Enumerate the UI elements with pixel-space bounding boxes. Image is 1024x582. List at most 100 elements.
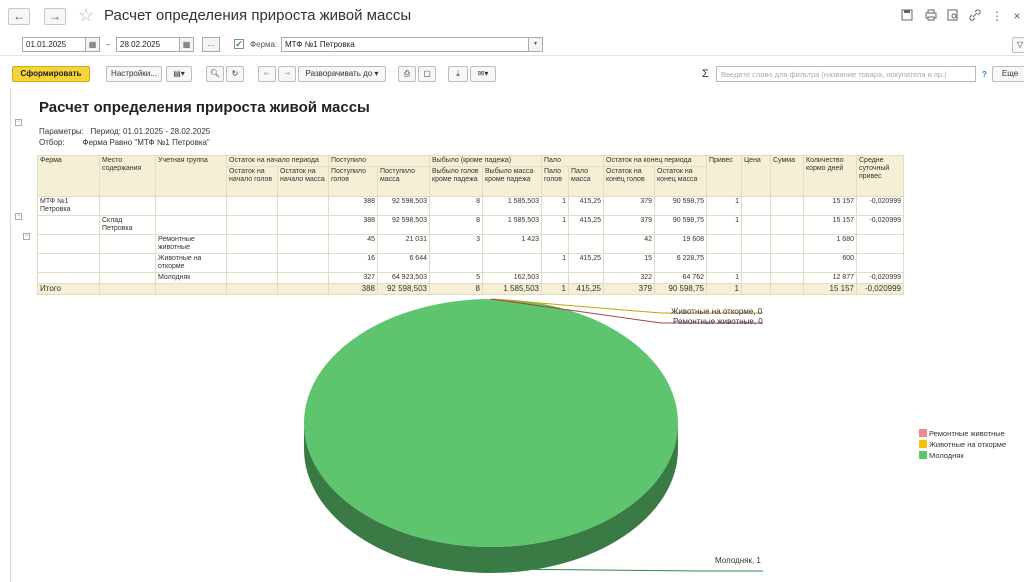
refresh-search-icon[interactable]: ↻ [226,66,244,82]
table-cell [277,234,329,254]
date-from-input[interactable]: 01.01.2025 [22,37,86,52]
table-cell [277,283,329,295]
header-group[interactable]: Учетная группа [155,155,227,197]
table-row[interactable]: Животные на откорме 16 6 644 1 415,25 15 6 228… [37,253,904,273]
header-in: Поступило [328,155,430,167]
search-icon[interactable]: 🔍︎ [206,66,224,82]
table-cell [277,196,329,216]
generate-button[interactable]: Сформировать [12,66,90,82]
table-cell [226,272,278,284]
header-end: Остаток на конец периода [603,155,707,167]
header-farm[interactable]: Ферма [37,155,100,197]
chevron-down-icon[interactable]: ▾ [529,37,543,52]
pie-data-label: Молодняк, 1 [715,556,761,565]
back-button[interactable]: ← [8,8,30,25]
header-sum: Сумма [770,155,804,197]
forward-button[interactable]: → [44,8,66,25]
expand-icon[interactable]: ⇥ [278,66,296,82]
table-cell: 90 598,75 [654,196,707,216]
close-icon[interactable]: × [1010,9,1024,23]
table-cell: 45 [328,234,378,254]
header-price: Цена [741,155,771,197]
variant-icon[interactable]: ▤▾ [166,66,192,82]
table-row[interactable]: Ремонтные животные 45 21 031 3 1 423 42 19 608… [37,234,904,254]
print-icon[interactable] [924,9,938,23]
preview-icon[interactable]: ▢ [418,66,436,82]
table-cell: 327 [328,272,378,284]
table-cell: 15 [603,253,655,273]
table-cell: -0,020999 [856,215,904,235]
table-cell: 1 [541,215,569,235]
header-end-mass: Остаток на конец масса [654,166,707,197]
table-cell [856,253,904,273]
expand-to-button[interactable]: Разворачивать до ▾ [298,66,386,82]
filter-icon[interactable]: ▽ [1012,37,1024,53]
more-button[interactable]: Еще [992,66,1024,82]
calendar-icon[interactable]: ▦ [180,37,194,52]
table-cell: МТФ №1 Петровка [37,196,100,216]
pie-chart [304,298,763,573]
table-cell: 5 [429,272,483,284]
report-params: Параметры: Период: 01.01.2025 - 28.02.20… [39,127,210,136]
table-cell: 415,25 [568,283,604,295]
filter-input[interactable]: Введите слово для фильтра (название това… [716,66,976,82]
table-cell: 162,503 [482,272,542,284]
table-row[interactable]: Молодняк 327 64 923,503 5 162,503 322 64 762 1 1… [37,272,904,284]
table-cell: 1 [706,272,742,284]
table-cell: Склад Петровка [99,215,156,235]
legend-label: Ремонтные животные [929,429,1005,438]
table-cell: 19 608 [654,234,707,254]
farm-checkbox[interactable]: ✓ [234,39,244,49]
preview-icon[interactable] [946,9,960,23]
period-select-button[interactable]: ... [202,37,220,52]
table-cell [226,215,278,235]
help-icon[interactable]: ? [982,70,987,79]
table-cell [770,272,804,284]
mail-icon[interactable]: ✉▾ [470,66,496,82]
sigma-icon[interactable]: Σ [702,68,709,80]
download-icon[interactable]: ⤓ [448,66,468,82]
table-cell [37,272,100,284]
table-cell [429,253,483,273]
collapse-group-icon[interactable]: − [15,213,22,220]
table-cell: 415,25 [568,253,604,273]
table-cell [482,253,542,273]
settings-button[interactable]: Настройки... [106,66,162,82]
collapse-icon[interactable]: ⇤ [258,66,276,82]
print-icon[interactable]: ⎙ [398,66,416,82]
table-cell: 322 [603,272,655,284]
filter-value: Ферма Равно "МТФ №1 Петровка" [82,138,210,147]
date-to-input[interactable]: 28.02.2025 [116,37,180,52]
table-cell [568,272,604,284]
table-row[interactable]: Склад Петровка 388 92 598,503 8 1 585,503 1 41… [37,215,904,235]
table-row[interactable]: МТФ №1 Петровка 388 92 598,503 8 1 585,503 1 4… [37,196,904,216]
header-place[interactable]: Место содержания [99,155,156,197]
table-cell [741,196,771,216]
link-icon[interactable] [968,9,982,23]
legend-label: Животные на откорме [929,440,1007,449]
favorite-star-icon[interactable]: ☆ [78,5,94,26]
table-cell: 92 598,503 [377,283,430,295]
table-cell: -0,020999 [856,196,904,216]
header-in-mass: Поступило масса [377,166,430,197]
table-cell: Молодняк [155,272,227,284]
total-row[interactable]: Итого 388 92 598,503 8 1 585,503 1 415,25 379 90… [37,283,904,295]
table-cell [99,234,156,254]
collapse-group-icon[interactable]: − [15,119,22,126]
table-cell [226,253,278,273]
page-title: Расчет определения прироста живой массы [104,7,412,24]
table-cell [541,234,569,254]
legend-swatch [919,429,927,437]
save-icon[interactable] [900,9,914,23]
table-cell [568,234,604,254]
farm-select[interactable]: МТФ №1 Петровка [281,37,529,52]
table-cell [741,272,771,284]
table-cell: 90 598,75 [654,215,707,235]
table-cell [99,283,156,295]
farm-label: Ферма: [250,40,278,49]
collapse-group-icon[interactable]: − [23,233,30,240]
more-icon[interactable]: ⋮ [990,9,1004,23]
calendar-icon[interactable]: ▦ [86,37,100,52]
report-area: − Расчет определения прироста живой масс… [10,89,1016,582]
table-cell: 1 [541,196,569,216]
